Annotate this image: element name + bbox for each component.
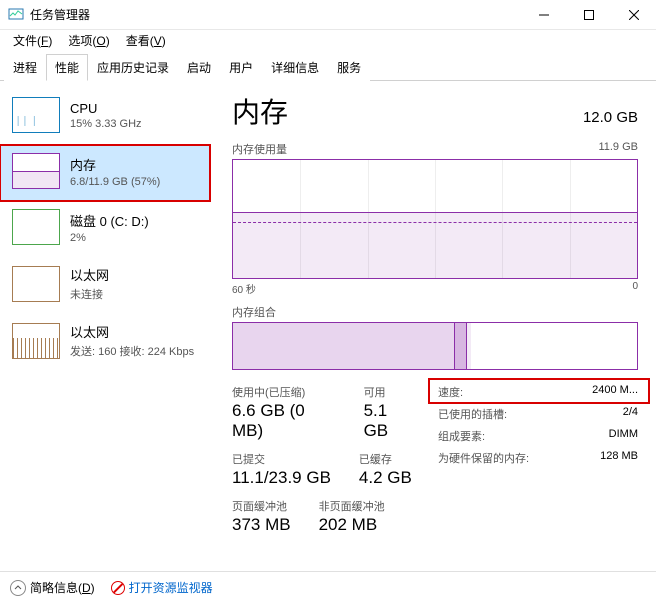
maximize-button[interactable] <box>566 0 611 30</box>
kv-slots-value: 2/4 <box>623 406 638 422</box>
disk-thumb-icon <box>12 209 60 245</box>
sidebar-item-label: 磁盘 0 (C: D:) <box>70 211 149 230</box>
tab-startup[interactable]: 启动 <box>178 54 220 81</box>
stat-paged-label: 页面缓冲池 <box>232 498 291 514</box>
sidebar-item-detail: 15% 3.33 GHz <box>70 118 142 130</box>
menu-file[interactable]: 文件(F) <box>5 30 60 51</box>
kv-slots-label: 已使用的插槽: <box>438 406 507 422</box>
fewer-details-button[interactable]: 简略信息(D) <box>10 579 95 596</box>
stat-nonpaged-value: 202 MB <box>319 515 385 535</box>
sidebar-item-ethernet-2[interactable]: 以太网 发送: 160 接收: 224 Kbps <box>0 314 210 371</box>
sidebar-item-detail: 6.8/11.9 GB (57%) <box>70 176 160 188</box>
stat-cached-value: 4.2 GB <box>359 468 412 488</box>
stat-committed-label: 已提交 <box>232 451 331 467</box>
memory-usage-chart <box>232 159 638 279</box>
open-resource-monitor-link[interactable]: 打开资源监视器 <box>111 579 213 596</box>
sidebar-item-detail: 2% <box>70 232 149 244</box>
stat-avail-label: 可用 <box>364 384 414 400</box>
sidebar-item-ethernet-1[interactable]: 以太网 未连接 <box>0 257 210 314</box>
tab-performance[interactable]: 性能 <box>46 54 88 81</box>
usage-chart-label: 内存使用量 <box>232 141 287 157</box>
app-icon <box>8 7 24 23</box>
composition-label: 内存组合 <box>232 304 638 320</box>
memory-composition-chart <box>232 322 638 370</box>
memory-capacity: 12.0 GB <box>583 109 638 126</box>
ethernet-thumb-icon <box>12 323 60 359</box>
sidebar-item-detail: 发送: 160 接收: 224 Kbps <box>70 343 194 359</box>
minimize-button[interactable] <box>521 0 566 30</box>
menu-view[interactable]: 查看(V) <box>118 30 174 51</box>
stat-inuse-value: 6.6 GB (0 MB) <box>232 401 336 441</box>
sidebar-item-detail: 未连接 <box>70 286 109 302</box>
stat-paged-value: 373 MB <box>232 515 291 535</box>
chart-axis-left: 60 秒 <box>232 281 256 296</box>
tab-details[interactable]: 详细信息 <box>262 54 328 81</box>
sidebar-item-disk[interactable]: 磁盘 0 (C: D:) 2% <box>0 201 210 257</box>
chevron-up-icon <box>10 580 26 596</box>
tab-processes[interactable]: 进程 <box>4 54 46 81</box>
stat-avail-value: 5.1 GB <box>364 401 414 441</box>
stat-cached-label: 已缓存 <box>359 451 412 467</box>
kv-speed-value: 2400 M... <box>592 384 638 400</box>
sidebar-item-memory[interactable]: 内存 6.8/11.9 GB (57%) <box>0 145 210 201</box>
page-title: 内存 <box>232 91 288 131</box>
stat-inuse-label: 使用中(已压缩) <box>232 384 336 400</box>
kv-speed-label: 速度: <box>438 384 463 400</box>
close-button[interactable] <box>611 0 656 30</box>
memory-thumb-icon <box>12 153 60 189</box>
sidebar-item-label: 内存 <box>70 155 160 174</box>
titlebar: 任务管理器 <box>0 0 656 30</box>
sidebar-item-cpu[interactable]: CPU 15% 3.33 GHz <box>0 89 210 145</box>
menubar: 文件(F) 选项(O) 查看(V) <box>0 30 656 50</box>
sidebar-item-label: CPU <box>70 101 142 116</box>
kv-reserved-value: 128 MB <box>600 450 638 466</box>
content: CPU 15% 3.33 GHz 内存 6.8/11.9 GB (57%) 磁盘… <box>0 81 656 571</box>
chart-axis-right: 0 <box>632 281 638 296</box>
ethernet-thumb-icon <box>12 266 60 302</box>
menu-options[interactable]: 选项(O) <box>60 30 117 51</box>
tab-users[interactable]: 用户 <box>220 54 262 81</box>
sidebar-item-label: 以太网 <box>70 322 194 341</box>
resource-monitor-label: 打开资源监视器 <box>129 579 213 596</box>
main-panel: 内存 12.0 GB 内存使用量 11.9 GB 60 秒 0 内存组合 使用中… <box>210 81 656 571</box>
resource-monitor-icon <box>111 581 125 595</box>
kv-form-label: 组成要素: <box>438 428 485 444</box>
tabs: 进程 性能 应用历史记录 启动 用户 详细信息 服务 <box>0 54 656 81</box>
tab-services[interactable]: 服务 <box>328 54 370 81</box>
footer: 简略信息(D) 打开资源监视器 <box>0 571 656 603</box>
stat-committed-value: 11.1/23.9 GB <box>232 468 331 488</box>
window-title: 任务管理器 <box>30 6 521 23</box>
sidebar: CPU 15% 3.33 GHz 内存 6.8/11.9 GB (57%) 磁盘… <box>0 81 210 571</box>
kv-form-value: DIMM <box>609 428 638 444</box>
tab-app-history[interactable]: 应用历史记录 <box>88 54 178 81</box>
sidebar-item-label: 以太网 <box>70 265 109 284</box>
kv-reserved-label: 为硬件保留的内存: <box>438 450 529 466</box>
usage-chart-max: 11.9 GB <box>598 141 638 157</box>
stat-nonpaged-label: 非页面缓冲池 <box>319 498 385 514</box>
cpu-thumb-icon <box>12 97 60 133</box>
